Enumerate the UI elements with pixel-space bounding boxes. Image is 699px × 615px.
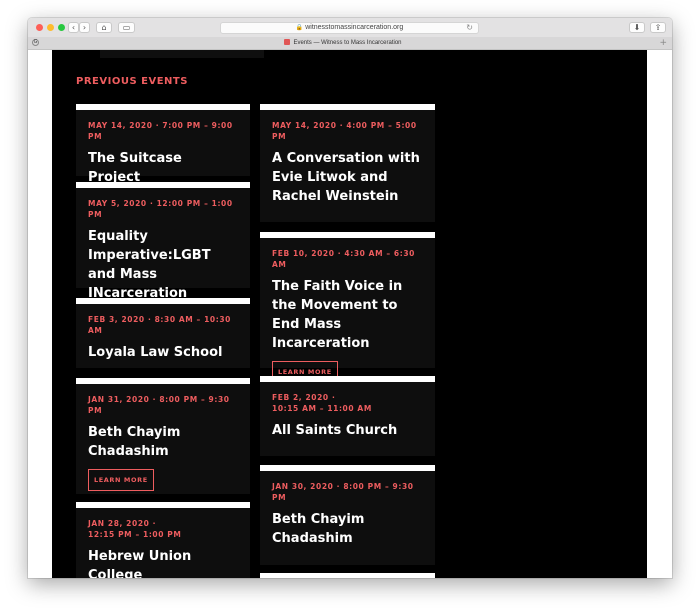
event-card[interactable] [260, 573, 435, 578]
home-icon: ⌂ [101, 23, 107, 32]
sidebar-icon: ▭ [122, 23, 131, 32]
url-text: witnesstomassincarceration.org [305, 24, 404, 31]
lock-icon: 🔒 [295, 25, 304, 31]
event-title[interactable]: Hebrew Union College [88, 547, 238, 578]
event-title[interactable]: The Faith Voice in the Movement to End M… [272, 277, 423, 353]
event-title[interactable]: Equality Imperative:LGBT and Mass INcarc… [88, 227, 238, 303]
reload-icon[interactable]: ↻ [466, 23, 473, 33]
browser-window: ‹ › ⌂ ▭ 🔒 witnesstomassincarceration.org … [28, 18, 672, 578]
event-card[interactable]: JAN 30, 2020 · 8:00 PM – 9:30 PM Beth Ch… [260, 465, 435, 565]
event-date: JAN 31, 2020 · 8:00 PM – 9:30 PM [88, 395, 230, 415]
chevron-right-icon: › [82, 23, 87, 32]
event-title[interactable]: All Saints Church [272, 421, 423, 440]
chevron-left-icon: ‹ [71, 23, 76, 32]
previous-card-edge [100, 50, 264, 58]
event-date: JAN 30, 2020 · 8:00 PM – 9:30 PM [272, 482, 414, 502]
event-date: FEB 3, 2020 · 8:30 AM – 10:30 AM [88, 315, 231, 335]
event-date-line1: JAN 28, 2020 · [88, 519, 157, 528]
event-date: MAY 14, 2020 · 4:00 PM – 5:00 PM [272, 121, 417, 141]
event-date-line2: 10:15 AM – 11:00 AM [272, 404, 372, 413]
event-title[interactable]: A Conversation with Evie Litwok and Rach… [272, 149, 423, 206]
tab-active[interactable]: Events — Witness to Mass Incarceration [28, 37, 658, 49]
site-body: PREVIOUS EVENTS MAY 14, 2020 · 7:00 PM –… [52, 50, 647, 578]
event-card[interactable]: JAN 31, 2020 · 8:00 PM – 9:30 PM Beth Ch… [76, 378, 250, 494]
event-card[interactable]: FEB 10, 2020 · 4:30 AM – 6:30 AM The Fai… [260, 232, 435, 383]
zoom-window-button[interactable] [58, 24, 65, 31]
learn-more-button[interactable]: LEARN MORE [88, 469, 154, 491]
event-date: MAY 5, 2020 · 12:00 PM – 1:00 PM [88, 199, 233, 219]
event-date-line1: FEB 2, 2020 · [272, 393, 336, 402]
share-icon: ⇪ [654, 23, 662, 32]
close-window-button[interactable] [36, 24, 43, 31]
address-bar[interactable]: 🔒 witnesstomassincarceration.org ↻ [220, 22, 479, 34]
event-card[interactable]: FEB 2, 2020 · 10:15 AM – 11:00 AM All Sa… [260, 376, 435, 456]
sidebar-button[interactable]: ▭ [118, 22, 135, 33]
forward-button[interactable]: › [79, 22, 90, 33]
event-title[interactable]: Beth Chayim Chadashim [88, 423, 238, 461]
back-button[interactable]: ‹ [68, 22, 79, 33]
event-card[interactable]: MAY 5, 2020 · 12:00 PM – 1:00 PM Equalit… [76, 182, 250, 301]
event-date: FEB 10, 2020 · 4:30 AM – 6:30 AM [272, 249, 415, 269]
new-tab-icon[interactable]: + [659, 37, 667, 49]
event-card[interactable]: FEB 3, 2020 · 8:30 AM – 10:30 AM Loyala … [76, 298, 250, 368]
home-button[interactable]: ⌂ [96, 22, 112, 33]
downloads-button[interactable]: ⬇ [629, 22, 645, 33]
event-date-line2: 12:15 PM – 1:00 PM [88, 530, 182, 539]
section-heading: PREVIOUS EVENTS [76, 76, 188, 87]
event-card[interactable]: JAN 28, 2020 · 12:15 PM – 1:00 PM Hebrew… [76, 502, 250, 578]
tab-title: Events — Witness to Mass Incarceration [293, 40, 402, 46]
site-favicon-icon [284, 39, 291, 45]
tab-bar: G Events — Witness to Mass Incarceration… [28, 37, 672, 50]
share-button[interactable]: ⇪ [650, 22, 666, 33]
event-date: MAY 14, 2020 · 7:00 PM – 9:00 PM [88, 121, 233, 141]
event-title[interactable]: Beth Chayim Chadashim [272, 510, 423, 548]
browser-toolbar: ‹ › ⌂ ▭ 🔒 witnesstomassincarceration.org … [28, 18, 672, 38]
download-icon: ⬇ [633, 23, 641, 32]
event-card[interactable]: MAY 14, 2020 · 4:00 PM – 5:00 PM A Conve… [260, 104, 435, 222]
page-content: PREVIOUS EVENTS MAY 14, 2020 · 7:00 PM –… [28, 50, 672, 578]
event-title[interactable]: Loyala Law School [88, 343, 238, 362]
minimize-window-button[interactable] [47, 24, 54, 31]
event-card[interactable]: MAY 14, 2020 · 7:00 PM – 9:00 PM The Sui… [76, 104, 250, 185]
